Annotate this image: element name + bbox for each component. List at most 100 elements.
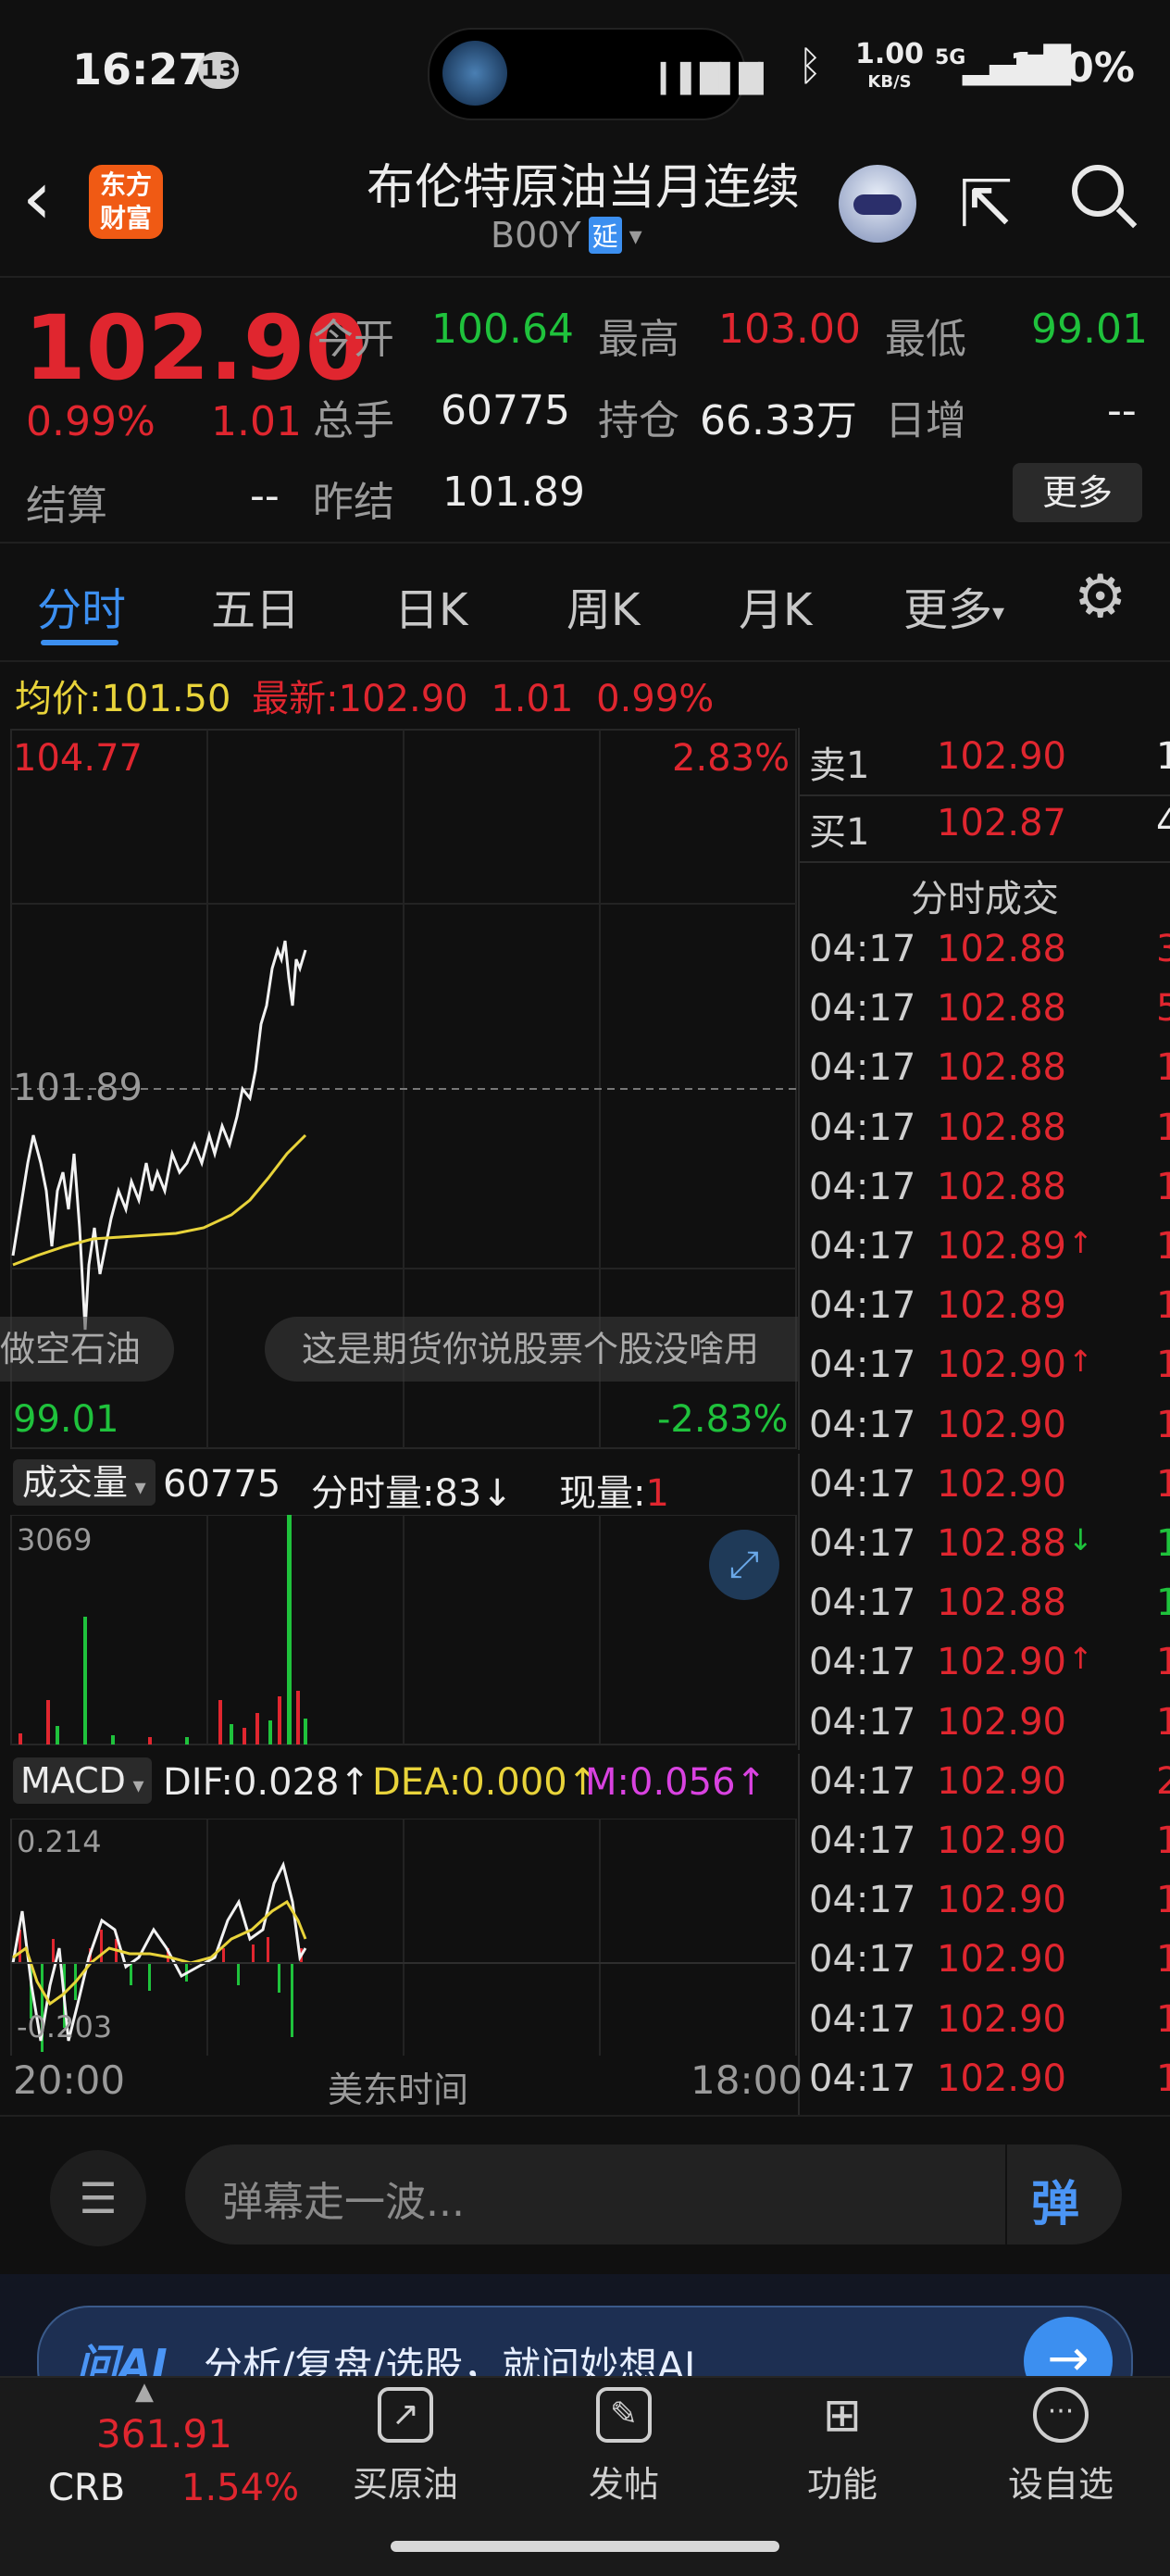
- ai-banner-card: 问AI 分析/复盘/选股，就问妙想AI →: [37, 2306, 1133, 2376]
- trade-price: 102.89: [937, 1284, 1066, 1328]
- nav-post[interactable]: ✎ 发帖: [550, 2387, 698, 2507]
- volume-bar: [19, 1733, 22, 1744]
- notes-settings-icon[interactable]: ☰: [50, 2150, 146, 2246]
- trade-time: 04:17: [809, 2057, 916, 2100]
- trade-price: 102.90: [937, 1759, 1066, 1803]
- macd-bar: [291, 1963, 293, 2037]
- trade-row: 04:17 102.90 1: [800, 1819, 1170, 1879]
- settings-gear-icon[interactable]: ⚙: [1074, 568, 1126, 627]
- trade-price: 102.90: [937, 1641, 1066, 1684]
- instrument-code-row[interactable]: B00Y 延 ▾: [491, 215, 642, 256]
- trade-row: 04:17 102.90 1: [800, 2057, 1170, 2111]
- search-icon[interactable]: [1072, 165, 1124, 217]
- more-button[interactable]: 更多: [1013, 463, 1142, 522]
- island-app-icon: [442, 41, 507, 106]
- trade-time: 04:17: [809, 928, 916, 970]
- volume-bar: [268, 1720, 272, 1744]
- tab-more-label: 更多: [903, 584, 993, 636]
- trade-row: 04:17 102.88 5: [800, 987, 1170, 1046]
- trade-price: 102.90: [937, 1879, 1066, 1922]
- volume-bar: [185, 1737, 189, 1744]
- intraday-chart[interactable]: 104.77 2.83% 101.89 99.01 -2.83% 做空石油 这是…: [0, 728, 800, 1450]
- danmaku-toggle-button[interactable]: 弹: [1031, 2165, 1079, 2234]
- status-bar: 16:27 13 ▎▌█▌█▎ ᛒ 1.00 KB/S 5G ▂▄▆█ 100%: [0, 0, 1170, 139]
- arrow-down-icon: ↓: [481, 1472, 513, 1515]
- edit-icon: ✎: [596, 2387, 652, 2443]
- network-speed-unit: KB/S: [867, 72, 912, 92]
- page-title: 布伦特原油当月连续: [366, 160, 800, 216]
- tick-volume-value: 83: [434, 1472, 482, 1515]
- ai-logo: 问AI: [76, 2340, 168, 2376]
- trade-direction-icon: ↓: [1068, 1522, 1093, 1557]
- trade-volume: 1: [1156, 1997, 1170, 2041]
- trade-volume: 1: [1156, 1462, 1170, 1506]
- volume-panel: 成交量 ▾ 60775 分时量:83↓ 现量:1 3069 ⤢: [0, 1454, 800, 1750]
- open-label: 今开: [313, 316, 394, 363]
- dif-number: 0.028: [232, 1761, 340, 1804]
- danmaku-input[interactable]: 弹幕走一波... 弹: [185, 2145, 1122, 2245]
- network-speed-value: 1.00: [855, 38, 925, 70]
- tab-more[interactable]: 更多▾: [903, 573, 1004, 638]
- volume-bar: [83, 1617, 87, 1744]
- caret-up-icon: ▲: [135, 2378, 154, 2406]
- trade-row: 04:17 102.90 1: [800, 1701, 1170, 1760]
- settle-label: 结算: [26, 482, 107, 530]
- audio-wave-icon: ▎▌█▌█▎: [661, 63, 779, 95]
- macd-bar: [237, 1963, 240, 1985]
- macd-top-value: 0.214: [17, 1824, 102, 1859]
- index-pct[interactable]: 1.54%: [181, 2467, 299, 2509]
- trade-price: 102.90: [937, 1819, 1066, 1862]
- ask-price: 102.90: [937, 735, 1066, 778]
- nav-label: 功能: [806, 2464, 878, 2505]
- trade-row: 04:17 102.88 1: [800, 1046, 1170, 1106]
- nav-add-watchlist[interactable]: ··· 设自选: [987, 2387, 1135, 2507]
- trade-time: 04:17: [809, 1819, 916, 1862]
- trade-volume: 1: [1156, 1344, 1170, 1387]
- more-dots-icon: ···: [1033, 2387, 1089, 2443]
- expand-chart-icon[interactable]: ⤢: [709, 1530, 779, 1600]
- signal-label: 5G: [935, 46, 966, 69]
- nav-buy-crude[interactable]: ↗ 买原油: [331, 2387, 479, 2507]
- share-icon[interactable]: ⇱: [959, 167, 1014, 241]
- trade-row: 04:17 102.88 1: [800, 1107, 1170, 1166]
- volume-bar: [46, 1700, 50, 1744]
- tab-weekly-k[interactable]: 周K: [566, 573, 640, 638]
- high-label: 最高: [598, 316, 679, 363]
- high-value: 103.00: [718, 306, 861, 353]
- trade-row: 04:17 102.88 ↓ 1: [800, 1522, 1170, 1582]
- macd-indicator-selector[interactable]: MACD ▾: [13, 1757, 152, 1804]
- ai-banner[interactable]: 问AI 分析/复盘/选股，就问妙想AI →: [0, 2274, 1170, 2376]
- volume-indicator-selector[interactable]: 成交量 ▾: [13, 1459, 156, 1506]
- app-logo[interactable]: 东方 财富: [89, 165, 163, 239]
- nav-functions[interactable]: ⊞ 功能: [768, 2387, 916, 2507]
- trade-row: 04:17 102.90 1: [800, 1463, 1170, 1522]
- index-name[interactable]: CRB: [48, 2467, 125, 2509]
- volume-max: 3069: [17, 1522, 93, 1557]
- search-icon-handle: [1115, 206, 1138, 229]
- book-divider: [800, 861, 1170, 863]
- arrow-right-icon[interactable]: →: [1024, 2317, 1113, 2376]
- time-end: 18:00: [691, 2057, 803, 2103]
- bluetooth-icon: ᛒ: [798, 43, 823, 90]
- macd-bar: [130, 1963, 132, 1985]
- index-value[interactable]: 361.91: [96, 2411, 232, 2457]
- chevron-down-icon: ▾: [125, 1772, 144, 1798]
- logo-line-2: 财富: [99, 203, 152, 233]
- price-info-line: 均价:101.50 最新:102.90 1.01 0.99%: [15, 669, 714, 722]
- volume-value: 60775: [441, 387, 570, 434]
- tab-daily-k[interactable]: 日K: [394, 573, 467, 638]
- tab-intraday[interactable]: 分时: [37, 573, 126, 638]
- trade-price: 102.88: [937, 1165, 1066, 1208]
- trade-time: 04:17: [809, 1403, 916, 1446]
- arrow-up-icon: ↑: [339, 1761, 371, 1804]
- volume-label: 总手: [313, 397, 394, 444]
- macd-bar: [148, 1963, 151, 1991]
- order-book: 卖1 102.90 1 买1 102.87 4 分时成交 04:17 102.88…: [800, 728, 1170, 2111]
- tab-five-day[interactable]: 五日: [211, 573, 300, 638]
- back-arrow-icon[interactable]: ‹: [22, 161, 52, 235]
- bid-price: 102.87: [937, 802, 1066, 844]
- trade-time: 04:17: [809, 1344, 916, 1387]
- ask-row: 卖1 102.90 1: [800, 735, 1170, 794]
- tab-monthly-k[interactable]: 月K: [739, 573, 812, 638]
- assistant-avatar[interactable]: [839, 165, 916, 243]
